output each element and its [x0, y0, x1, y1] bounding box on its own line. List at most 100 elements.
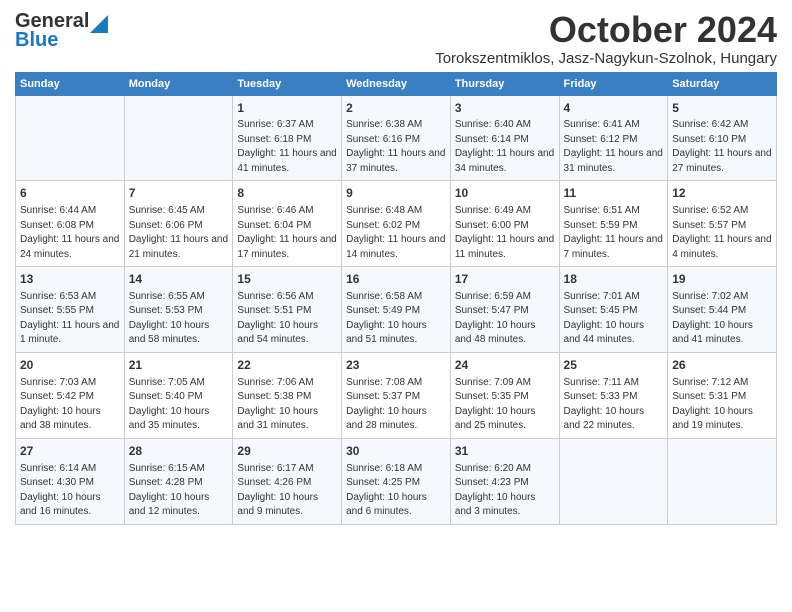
calendar-cell — [16, 95, 125, 181]
day-number: 14 — [129, 271, 229, 288]
day-info: Sunrise: 6:45 AM Sunset: 6:06 PM Dayligh… — [129, 204, 229, 262]
calendar-cell: 26Sunrise: 7:12 AM Sunset: 5:31 PM Dayli… — [668, 352, 777, 438]
logo-triangle-icon — [90, 11, 108, 33]
weekday-header-tuesday: Tuesday — [233, 72, 342, 95]
calendar-table: SundayMondayTuesdayWednesdayThursdayFrid… — [15, 72, 777, 525]
day-info: Sunrise: 7:09 AM Sunset: 5:35 PM Dayligh… — [455, 376, 555, 434]
day-info: Sunrise: 6:46 AM Sunset: 6:04 PM Dayligh… — [237, 204, 337, 262]
calendar-cell: 9Sunrise: 6:48 AM Sunset: 6:02 PM Daylig… — [342, 181, 451, 267]
day-number: 10 — [455, 185, 555, 202]
day-number: 29 — [237, 443, 337, 460]
header-row: SundayMondayTuesdayWednesdayThursdayFrid… — [16, 72, 777, 95]
day-number: 23 — [346, 357, 446, 374]
day-info: Sunrise: 6:58 AM Sunset: 5:49 PM Dayligh… — [346, 290, 446, 348]
calendar-cell: 18 Sunrise: 7:01 AM Sunset: 5:45 PM Dayli… — [559, 267, 668, 353]
calendar-cell: 2Sunrise: 6:38 AM Sunset: 6:16 PM Daylig… — [342, 95, 451, 181]
calendar-cell: 30 Sunrise: 6:18 AM Sunset: 4:25 PM Dayli… — [342, 438, 451, 524]
day-info: Sunrise: 6:51 AM Sunset: 5:59 PM Dayligh… — [564, 204, 664, 262]
calendar-cell: 16 Sunrise: 6:58 AM Sunset: 5:49 PM Dayli… — [342, 267, 451, 353]
day-number: 28 — [129, 443, 229, 460]
day-info: Sunrise: 6:41 AM Sunset: 6:12 PM Dayligh… — [564, 118, 664, 176]
week-row-5: 27 Sunrise: 6:14 AM Sunset: 4:30 PM Dayli… — [16, 438, 777, 524]
day-number: 6 — [20, 185, 120, 202]
calendar-cell: 19 Sunrise: 7:02 AM Sunset: 5:44 PM Dayli… — [668, 267, 777, 353]
day-number: 22 — [237, 357, 337, 374]
calendar-cell: 17 Sunrise: 6:59 AM Sunset: 5:47 PM Dayli… — [450, 267, 559, 353]
day-number: 16 — [346, 271, 446, 288]
weekday-header-saturday: Saturday — [668, 72, 777, 95]
day-info: Sunrise: 6:52 AM Sunset: 5:57 PM Dayligh… — [672, 204, 772, 262]
day-number: 20 — [20, 357, 120, 374]
calendar-cell: 5Sunrise: 6:42 AM Sunset: 6:10 PM Daylig… — [668, 95, 777, 181]
day-info: Sunrise: 6:49 AM Sunset: 6:00 PM Dayligh… — [455, 204, 555, 262]
day-number: 11 — [564, 185, 664, 202]
calendar-cell — [124, 95, 233, 181]
day-number: 15 — [237, 271, 337, 288]
day-info: Sunrise: 7:03 AM Sunset: 5:42 PM Dayligh… — [20, 376, 120, 434]
month-title: October 2024 — [435, 10, 777, 50]
day-info: Sunrise: 6:40 AM Sunset: 6:14 PM Dayligh… — [455, 118, 555, 176]
calendar-cell: 3Sunrise: 6:40 AM Sunset: 6:14 PM Daylig… — [450, 95, 559, 181]
day-info: Sunrise: 7:02 AM Sunset: 5:44 PM Dayligh… — [672, 290, 772, 348]
calendar-cell: 24Sunrise: 7:09 AM Sunset: 5:35 PM Dayli… — [450, 352, 559, 438]
day-info: Sunrise: 6:56 AM Sunset: 5:51 PM Dayligh… — [237, 290, 337, 348]
day-info: Sunrise: 7:06 AM Sunset: 5:38 PM Dayligh… — [237, 376, 337, 434]
calendar-cell: 14 Sunrise: 6:55 AM Sunset: 5:53 PM Dayli… — [124, 267, 233, 353]
calendar-cell — [559, 438, 668, 524]
day-number: 18 — [564, 271, 664, 288]
day-info: Sunrise: 6:42 AM Sunset: 6:10 PM Dayligh… — [672, 118, 772, 176]
week-row-1: 1Sunrise: 6:37 AM Sunset: 6:18 PM Daylig… — [16, 95, 777, 181]
calendar-cell: 1Sunrise: 6:37 AM Sunset: 6:18 PM Daylig… — [233, 95, 342, 181]
calendar-cell: 11 Sunrise: 6:51 AM Sunset: 5:59 PM Dayli… — [559, 181, 668, 267]
logo: General Blue — [15, 10, 108, 52]
day-info: Sunrise: 6:37 AM Sunset: 6:18 PM Dayligh… — [237, 118, 337, 176]
day-info: Sunrise: 6:14 AM Sunset: 4:30 PM Dayligh… — [20, 462, 120, 520]
day-number: 2 — [346, 100, 446, 117]
day-number: 7 — [129, 185, 229, 202]
calendar-cell: 15 Sunrise: 6:56 AM Sunset: 5:51 PM Dayli… — [233, 267, 342, 353]
day-info: Sunrise: 7:05 AM Sunset: 5:40 PM Dayligh… — [129, 376, 229, 434]
day-number: 12 — [672, 185, 772, 202]
calendar-cell: 29 Sunrise: 6:17 AM Sunset: 4:26 PM Dayli… — [233, 438, 342, 524]
day-number: 30 — [346, 443, 446, 460]
day-info: Sunrise: 6:59 AM Sunset: 5:47 PM Dayligh… — [455, 290, 555, 348]
day-number: 5 — [672, 100, 772, 117]
day-info: Sunrise: 6:17 AM Sunset: 4:26 PM Dayligh… — [237, 462, 337, 520]
day-info: Sunrise: 6:44 AM Sunset: 6:08 PM Dayligh… — [20, 204, 120, 262]
day-number: 27 — [20, 443, 120, 460]
weekday-header-thursday: Thursday — [450, 72, 559, 95]
calendar-cell: 4Sunrise: 6:41 AM Sunset: 6:12 PM Daylig… — [559, 95, 668, 181]
day-number: 19 — [672, 271, 772, 288]
day-info: Sunrise: 6:53 AM Sunset: 5:55 PM Dayligh… — [20, 290, 120, 348]
day-number: 25 — [564, 357, 664, 374]
day-number: 26 — [672, 357, 772, 374]
day-number: 1 — [237, 100, 337, 117]
day-info: Sunrise: 6:20 AM Sunset: 4:23 PM Dayligh… — [455, 462, 555, 520]
day-info: Sunrise: 7:01 AM Sunset: 5:45 PM Dayligh… — [564, 290, 664, 348]
day-info: Sunrise: 6:18 AM Sunset: 4:25 PM Dayligh… — [346, 462, 446, 520]
logo-blue: Blue — [15, 29, 58, 52]
weekday-header-friday: Friday — [559, 72, 668, 95]
title-section: October 2024 Torokszentmiklos, Jasz-Nagy… — [435, 10, 777, 67]
day-info: Sunrise: 6:15 AM Sunset: 4:28 PM Dayligh… — [129, 462, 229, 520]
calendar-cell: 27 Sunrise: 6:14 AM Sunset: 4:30 PM Dayli… — [16, 438, 125, 524]
day-number: 21 — [129, 357, 229, 374]
calendar-cell: 6 Sunrise: 6:44 AM Sunset: 6:08 PM Daylig… — [16, 181, 125, 267]
day-info: Sunrise: 7:08 AM Sunset: 5:37 PM Dayligh… — [346, 376, 446, 434]
weekday-header-monday: Monday — [124, 72, 233, 95]
calendar-cell: 13 Sunrise: 6:53 AM Sunset: 5:55 PM Dayli… — [16, 267, 125, 353]
day-number: 13 — [20, 271, 120, 288]
week-row-4: 20 Sunrise: 7:03 AM Sunset: 5:42 PM Dayli… — [16, 352, 777, 438]
day-info: Sunrise: 6:55 AM Sunset: 5:53 PM Dayligh… — [129, 290, 229, 348]
calendar-cell: 28 Sunrise: 6:15 AM Sunset: 4:28 PM Dayli… — [124, 438, 233, 524]
day-info: Sunrise: 6:48 AM Sunset: 6:02 PM Dayligh… — [346, 204, 446, 262]
day-info: Sunrise: 7:11 AM Sunset: 5:33 PM Dayligh… — [564, 376, 664, 434]
calendar-cell: 31 Sunrise: 6:20 AM Sunset: 4:23 PM Dayli… — [450, 438, 559, 524]
day-number: 17 — [455, 271, 555, 288]
page-header: General Blue October 2024 Torokszentmikl… — [15, 10, 777, 67]
day-number: 4 — [564, 100, 664, 117]
day-info: Sunrise: 6:38 AM Sunset: 6:16 PM Dayligh… — [346, 118, 446, 176]
weekday-header-sunday: Sunday — [16, 72, 125, 95]
calendar-cell: 25 Sunrise: 7:11 AM Sunset: 5:33 PM Dayli… — [559, 352, 668, 438]
day-number: 31 — [455, 443, 555, 460]
